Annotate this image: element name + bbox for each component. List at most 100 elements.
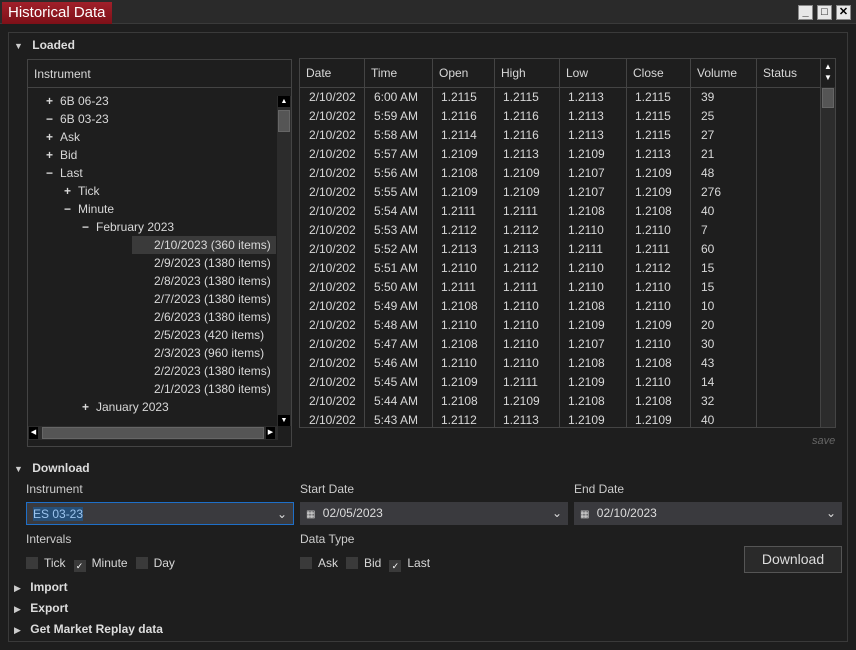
tree-node[interactable]: 2/7/2023 (1380 items) bbox=[132, 290, 271, 308]
instrument-combobox[interactable]: ES 03-23 ⌄ bbox=[26, 502, 294, 525]
grid-cell: 21 bbox=[691, 145, 757, 164]
grid-cell bbox=[757, 259, 821, 278]
tree-node[interactable]: + Ask bbox=[46, 128, 80, 146]
tree-vertical-scrollbar[interactable]: ▲ ▼ bbox=[277, 96, 291, 426]
expand-icon[interactable]: + bbox=[46, 128, 60, 146]
tree-node[interactable]: −6B 03-23 bbox=[46, 110, 109, 128]
scroll-thumb[interactable] bbox=[278, 110, 290, 132]
import-section-toggle[interactable]: ▶ Import bbox=[14, 580, 68, 594]
checkbox-unchecked-icon[interactable] bbox=[346, 557, 359, 569]
grid-cell: 5:46 AM bbox=[365, 354, 433, 373]
tree-node[interactable]: 2/5/2023 (420 items) bbox=[132, 326, 264, 344]
h-scroll-thumb[interactable] bbox=[42, 427, 264, 439]
tree-node[interactable]: − February 2023 bbox=[82, 218, 174, 236]
grid-cell: 1.2115 bbox=[627, 88, 691, 107]
tree-node[interactable]: − Minute bbox=[64, 200, 114, 218]
grid-cell: 15 bbox=[691, 259, 757, 278]
grid-cell: 1.2110 bbox=[560, 221, 627, 240]
checkbox-checked-icon[interactable]: ✓ bbox=[73, 560, 86, 572]
grid-cell: 1.2108 bbox=[560, 354, 627, 373]
column-header-open[interactable]: Open bbox=[433, 59, 495, 88]
column-header-date[interactable]: Date bbox=[300, 59, 365, 88]
tree-node[interactable]: +6B 06-23 bbox=[46, 92, 109, 110]
grid-cell: 7 bbox=[691, 221, 757, 240]
expand-icon[interactable]: + bbox=[46, 146, 60, 164]
tree-node[interactable]: + Tick bbox=[64, 182, 100, 200]
tree-node[interactable]: 2/3/2023 (960 items) bbox=[132, 344, 264, 362]
collapse-icon[interactable]: − bbox=[82, 218, 96, 236]
grid-cell: 2/10/202 bbox=[300, 240, 365, 259]
column-header-low[interactable]: Low bbox=[560, 59, 627, 88]
grid-cell: 43 bbox=[691, 354, 757, 373]
scroll-left-icon[interactable]: ◀ bbox=[29, 427, 38, 439]
minimize-button[interactable]: _ bbox=[798, 5, 813, 20]
market-replay-section-toggle[interactable]: ▶ Get Market Replay data bbox=[14, 622, 163, 636]
column-scroll-arrows-icon[interactable]: ▲ ▼ bbox=[822, 61, 834, 85]
grid-cell: 1.2110 bbox=[495, 297, 560, 316]
checkbox-minute[interactable]: ✓ Minute bbox=[73, 556, 128, 572]
grid-cell: 2/10/202 bbox=[300, 392, 365, 411]
column-header-volume[interactable]: Volume bbox=[691, 59, 757, 88]
grid-cell: 14 bbox=[691, 373, 757, 392]
collapse-icon[interactable]: − bbox=[46, 164, 60, 182]
checkbox-unchecked-icon[interactable] bbox=[300, 557, 312, 569]
column-header-high[interactable]: High bbox=[495, 59, 560, 88]
end-date-picker[interactable]: ▦ 02/10/2023 ⌄ bbox=[574, 502, 842, 525]
expand-icon[interactable]: + bbox=[46, 92, 60, 110]
checkbox-last[interactable]: ✓ Last bbox=[389, 556, 430, 572]
start-date-picker[interactable]: ▦ 02/05/2023 ⌄ bbox=[300, 502, 568, 525]
tree-node[interactable]: 2/1/2023 (1380 items) bbox=[132, 380, 271, 398]
tree-node-label: 2/2/2023 (1380 items) bbox=[154, 364, 271, 378]
maximize-button[interactable]: □ bbox=[817, 5, 832, 20]
grid-cell: 25 bbox=[691, 107, 757, 126]
column-header-status[interactable]: Status bbox=[757, 59, 821, 88]
tree-horizontal-scrollbar[interactable]: ◀ ▶ bbox=[28, 426, 278, 440]
expand-icon[interactable]: + bbox=[64, 182, 78, 200]
checkbox-ask[interactable]: Ask bbox=[300, 556, 338, 570]
column-header-time[interactable]: Time bbox=[365, 59, 433, 88]
checkbox-tick[interactable]: Tick bbox=[26, 556, 66, 570]
calendar-icon: ▦ bbox=[306, 509, 316, 520]
tree-node-label: 6B 06-23 bbox=[60, 94, 109, 108]
save-link[interactable]: save bbox=[812, 435, 835, 447]
grid-cell: 1.2112 bbox=[627, 259, 691, 278]
download-section-toggle[interactable]: ▼ Download bbox=[14, 461, 90, 475]
checkbox-unchecked-icon[interactable] bbox=[26, 557, 38, 569]
data-type-group: Ask Bid ✓ Last bbox=[300, 556, 438, 572]
column-header-close[interactable]: Close bbox=[627, 59, 691, 88]
loaded-section-toggle[interactable]: ▼ Loaded bbox=[14, 38, 75, 52]
grid-cell: 1.2110 bbox=[627, 335, 691, 354]
tree-node[interactable]: − Last bbox=[46, 164, 83, 182]
collapse-icon[interactable]: − bbox=[64, 200, 78, 218]
grid-cell: 5:44 AM bbox=[365, 392, 433, 411]
checkbox-day[interactable]: Day bbox=[135, 556, 175, 570]
scroll-up-icon[interactable]: ▲ bbox=[278, 96, 290, 107]
scroll-thumb[interactable] bbox=[822, 88, 834, 108]
scroll-right-icon[interactable]: ▶ bbox=[266, 427, 275, 439]
grid-cell: 1.2113 bbox=[560, 107, 627, 126]
grid-cell: 1.2110 bbox=[495, 354, 560, 373]
download-button[interactable]: Download bbox=[744, 546, 842, 573]
grid-cell bbox=[757, 278, 821, 297]
tree-node[interactable]: 2/10/2023 (360 items) bbox=[132, 236, 276, 254]
close-button[interactable]: ✕ bbox=[836, 5, 851, 20]
tree-node[interactable]: + Bid bbox=[46, 146, 77, 164]
tree-node-label: 2/5/2023 (420 items) bbox=[154, 328, 265, 342]
checkbox-unchecked-icon[interactable] bbox=[135, 557, 148, 569]
tree-node[interactable]: 2/9/2023 (1380 items) bbox=[132, 254, 271, 272]
collapse-icon[interactable]: − bbox=[46, 110, 60, 128]
scroll-down-icon[interactable]: ▼ bbox=[278, 415, 290, 426]
checkbox-checked-icon[interactable]: ✓ bbox=[389, 560, 402, 572]
grid-cell bbox=[757, 392, 821, 411]
export-section-toggle[interactable]: ▶ Export bbox=[14, 601, 68, 615]
tree-node[interactable]: 2/2/2023 (1380 items) bbox=[132, 362, 271, 380]
caret-down-icon: ▼ bbox=[14, 464, 23, 474]
tree-node[interactable]: 2/6/2023 (1380 items) bbox=[132, 308, 271, 326]
grid-cell bbox=[757, 240, 821, 259]
checkbox-bid[interactable]: Bid bbox=[346, 556, 381, 570]
grid-vertical-scrollbar[interactable] bbox=[821, 87, 835, 427]
tree-node[interactable]: + January 2023 bbox=[82, 398, 169, 416]
expand-icon[interactable]: + bbox=[82, 398, 96, 416]
tree-node[interactable]: 2/8/2023 (1380 items) bbox=[132, 272, 271, 290]
grid-cell: 5:56 AM bbox=[365, 164, 433, 183]
